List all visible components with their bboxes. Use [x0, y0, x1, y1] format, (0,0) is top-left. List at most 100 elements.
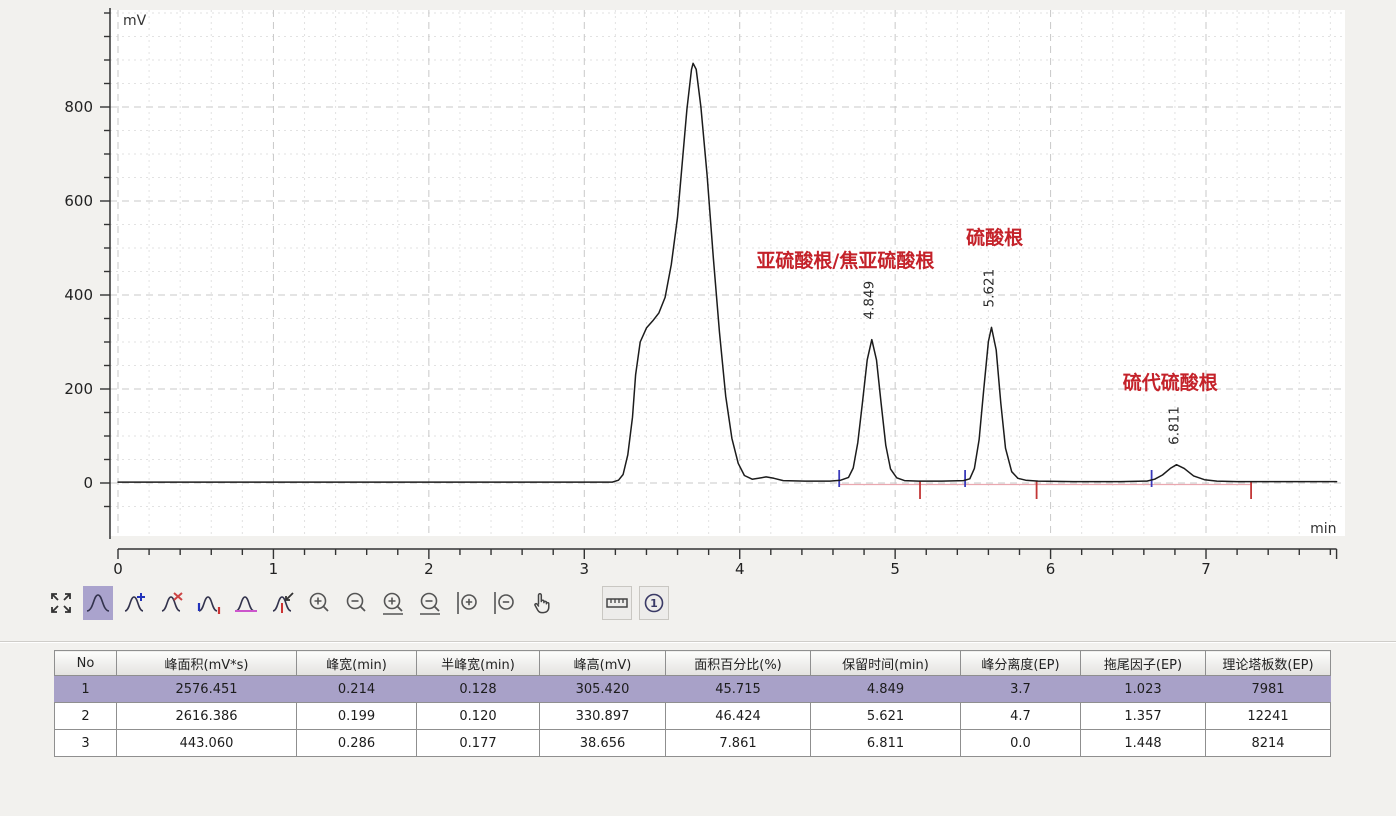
- delete-peak-button[interactable]: [157, 586, 187, 620]
- table-cell[interactable]: 3.7: [961, 676, 1081, 703]
- column-header[interactable]: 峰高(mV): [540, 651, 666, 676]
- x-tick-label: 5: [890, 560, 900, 578]
- zoom-y-in-button[interactable]: [453, 586, 483, 620]
- table-cell[interactable]: 1.357: [1081, 703, 1206, 730]
- set-baseline-icon: [233, 590, 259, 616]
- table-cell[interactable]: 4.7: [961, 703, 1081, 730]
- table-cell[interactable]: 443.060: [117, 730, 297, 757]
- chromatogram-panel[interactable]: 0200400600800mV01234567min亚硫酸根/焦亚硫酸根4.84…: [0, 0, 1396, 580]
- add-peak-icon: [122, 590, 148, 616]
- table-cell[interactable]: 1.448: [1081, 730, 1206, 757]
- peak-results-table[interactable]: No峰面积(mV*s)峰宽(min)半峰宽(min)峰高(mV)面积百分比(%)…: [54, 650, 1331, 757]
- table-cell[interactable]: 1: [55, 676, 117, 703]
- table-cell[interactable]: 7.861: [666, 730, 811, 757]
- table-cell[interactable]: 2616.386: [117, 703, 297, 730]
- table-cell[interactable]: 0.214: [297, 676, 417, 703]
- table-row[interactable]: 22616.3860.1990.120330.89746.4245.6214.7…: [55, 703, 1331, 730]
- retention-time-label: 5.621: [982, 269, 998, 308]
- table-cell[interactable]: 6.811: [811, 730, 961, 757]
- table-cell[interactable]: 0.0: [961, 730, 1081, 757]
- pan-hand-icon: [529, 590, 555, 616]
- panel-separator: [0, 641, 1396, 643]
- retention-time-label: 6.811: [1167, 406, 1183, 445]
- table-cell[interactable]: 0.177: [417, 730, 540, 757]
- measure-ruler-icon: [604, 590, 630, 616]
- table-cell[interactable]: 5.621: [811, 703, 961, 730]
- x-tick-label: 2: [424, 560, 434, 578]
- table-cell[interactable]: 305.420: [540, 676, 666, 703]
- table-cell[interactable]: 0.120: [417, 703, 540, 730]
- zoom-out-icon: [344, 590, 370, 616]
- column-header[interactable]: 保留时间(min): [811, 651, 961, 676]
- chart-toolbar: 1: [46, 584, 676, 622]
- table-cell[interactable]: 2576.451: [117, 676, 297, 703]
- overlay-single-button[interactable]: 1: [639, 586, 669, 620]
- x-tick-label: 4: [735, 560, 745, 578]
- zoom-x-out-button[interactable]: [416, 586, 446, 620]
- peak-name-label: 亚硫酸根/焦亚硫酸根: [756, 249, 934, 272]
- x-tick-label: 7: [1201, 560, 1211, 578]
- table-cell[interactable]: 2: [55, 703, 117, 730]
- x-axis-unit: min: [1310, 521, 1336, 537]
- zoom-x-in-icon: [381, 590, 407, 616]
- table-cell[interactable]: 8214: [1206, 730, 1331, 757]
- table-row[interactable]: 3443.0600.2860.17738.6567.8616.8110.01.4…: [55, 730, 1331, 757]
- column-header[interactable]: 理论塔板数(EP): [1206, 651, 1331, 676]
- set-peak-limits-button[interactable]: [194, 586, 224, 620]
- chromatogram-plot[interactable]: 0200400600800mV01234567min亚硫酸根/焦亚硫酸根4.84…: [0, 0, 1396, 580]
- table-cell[interactable]: 0.199: [297, 703, 417, 730]
- table-cell[interactable]: 7981: [1206, 676, 1331, 703]
- split-peak-icon: [270, 590, 296, 616]
- add-peak-button[interactable]: [120, 586, 150, 620]
- retention-time-label: 4.849: [862, 281, 878, 320]
- set-baseline-button[interactable]: [231, 586, 261, 620]
- column-header[interactable]: 半峰宽(min): [417, 651, 540, 676]
- column-header[interactable]: 峰面积(mV*s): [117, 651, 297, 676]
- fit-view-button[interactable]: [46, 586, 76, 620]
- table-cell[interactable]: 46.424: [666, 703, 811, 730]
- x-tick-label: 1: [269, 560, 279, 578]
- column-header[interactable]: 拖尾因子(EP): [1081, 651, 1206, 676]
- column-header[interactable]: No: [55, 651, 117, 676]
- zoom-x-in-button[interactable]: [379, 586, 409, 620]
- table-cell[interactable]: 3: [55, 730, 117, 757]
- y-tick-label: 0: [83, 474, 93, 492]
- pan-hand-button[interactable]: [527, 586, 557, 620]
- table-cell[interactable]: 45.715: [666, 676, 811, 703]
- svg-text:1: 1: [650, 597, 658, 610]
- y-tick-label: 800: [64, 98, 93, 116]
- table-cell[interactable]: 4.849: [811, 676, 961, 703]
- column-header[interactable]: 峰宽(min): [297, 651, 417, 676]
- zoom-y-in-icon: [455, 590, 481, 616]
- integrate-peak-icon: [85, 590, 111, 616]
- table-cell[interactable]: 12241: [1206, 703, 1331, 730]
- peak-name-label: 硫酸根: [966, 226, 1023, 249]
- x-tick-label: 6: [1046, 560, 1056, 578]
- chromatography-workstation: { "app": { "background": "#f2f1ee" }, "c…: [0, 0, 1396, 816]
- zoom-in-icon: [307, 590, 333, 616]
- measure-ruler-button[interactable]: [602, 586, 632, 620]
- column-header[interactable]: 面积百分比(%): [666, 651, 811, 676]
- zoom-y-out-button[interactable]: [490, 586, 520, 620]
- x-tick-label: 3: [580, 560, 590, 578]
- x-tick-label: 0: [113, 560, 123, 578]
- table-cell[interactable]: 0.128: [417, 676, 540, 703]
- zoom-x-out-icon: [418, 590, 444, 616]
- table-cell[interactable]: 0.286: [297, 730, 417, 757]
- split-peak-button[interactable]: [268, 586, 298, 620]
- fit-view-icon: [48, 590, 74, 616]
- y-tick-label: 200: [64, 380, 93, 398]
- table-cell[interactable]: 1.023: [1081, 676, 1206, 703]
- zoom-in-button[interactable]: [305, 586, 335, 620]
- peak-name-label: 硫代硫酸根: [1123, 371, 1218, 394]
- zoom-y-out-icon: [492, 590, 518, 616]
- table-cell[interactable]: 330.897: [540, 703, 666, 730]
- table-row[interactable]: 12576.4510.2140.128305.42045.7154.8493.7…: [55, 676, 1331, 703]
- set-peak-limits-icon: [196, 590, 222, 616]
- table-cell[interactable]: 38.656: [540, 730, 666, 757]
- column-header[interactable]: 峰分离度(EP): [961, 651, 1081, 676]
- zoom-out-button[interactable]: [342, 586, 372, 620]
- integrate-peak-button[interactable]: [83, 586, 113, 620]
- y-tick-label: 600: [64, 192, 93, 210]
- y-axis-unit: mV: [123, 13, 147, 29]
